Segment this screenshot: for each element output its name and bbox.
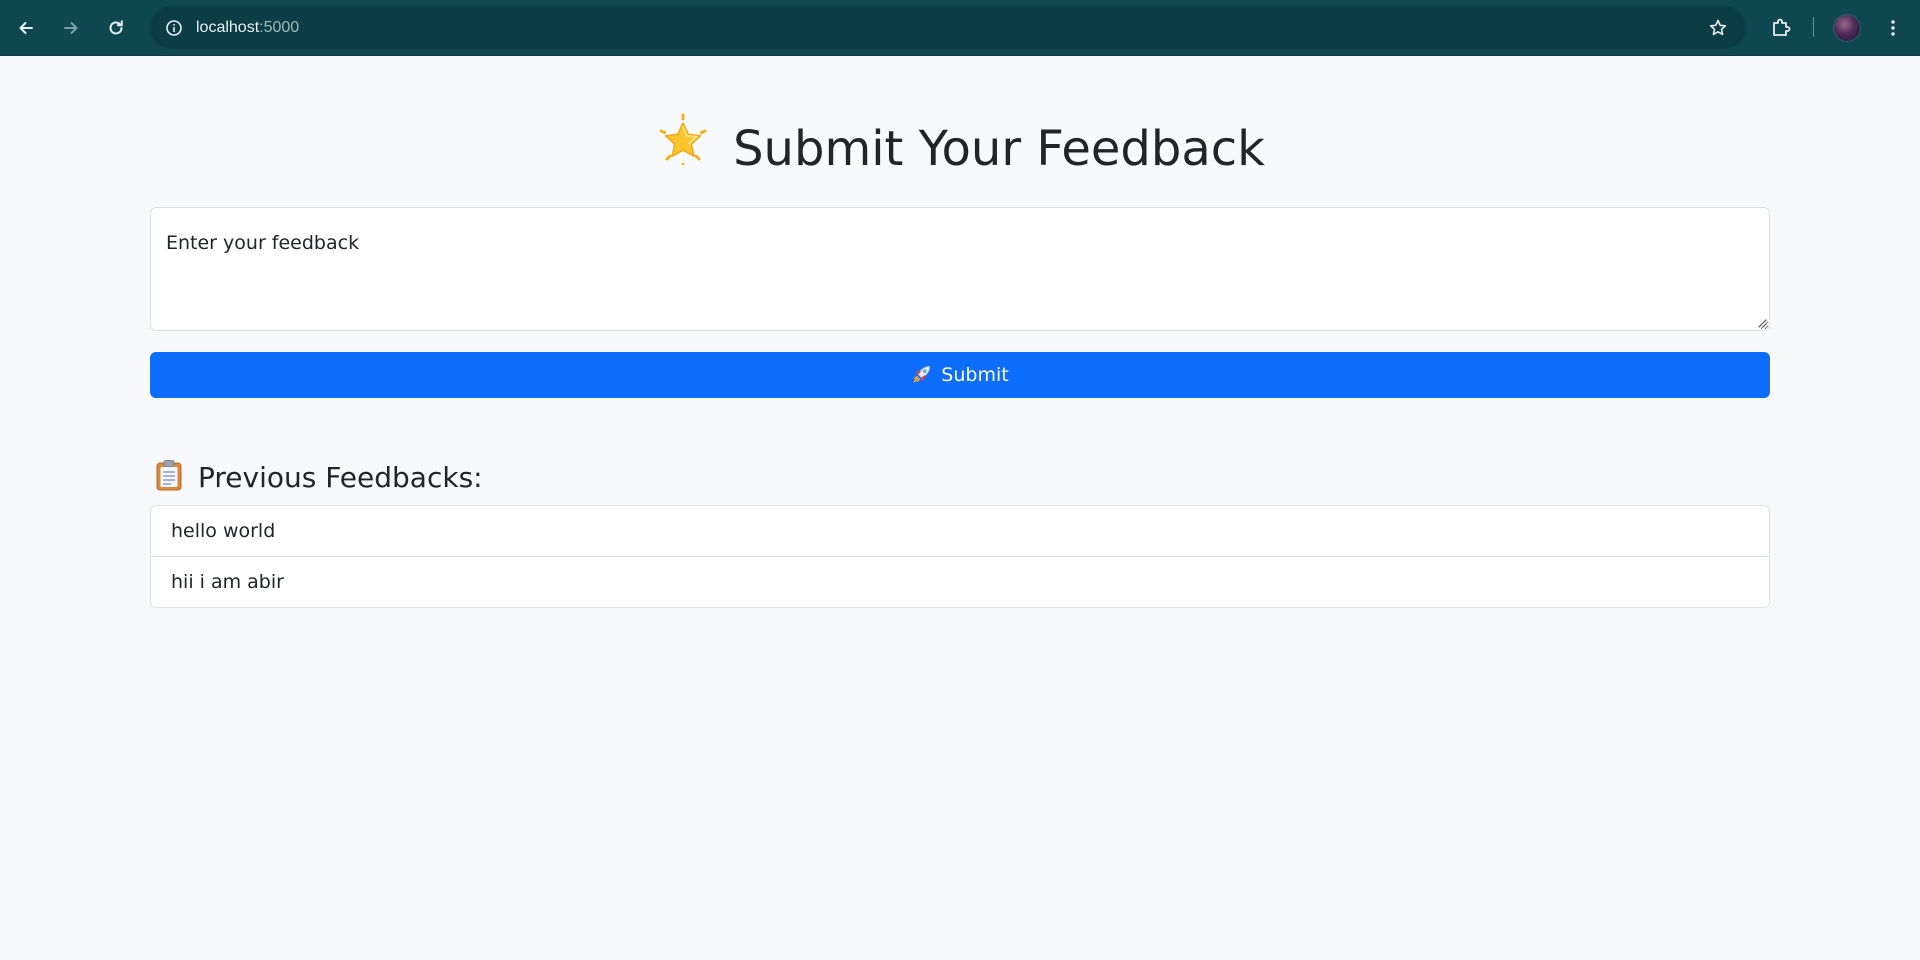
previous-feedbacks-heading-text: Previous Feedbacks: [198,460,483,494]
arrow-left-icon [19,22,33,34]
page-title-text: Submit Your Feedback [733,121,1265,177]
submit-button[interactable]: Submit [150,352,1770,398]
previous-feedbacks-heading: Previous Feedbacks: [154,459,483,495]
bookmark-button[interactable] [1704,14,1732,42]
extensions-button[interactable] [1763,10,1799,46]
list-item: hii i am abir [151,556,1769,607]
browser-menu-button[interactable] [1875,10,1911,46]
reload-icon [109,20,123,35]
feedback-list: hello world hii i am abir [150,505,1770,608]
rocket-icon [911,363,933,390]
url-text[interactable]: localhost:5000 [196,6,299,49]
clipboard-icon [154,459,184,495]
profile-avatar[interactable] [1833,14,1861,42]
arrow-right-icon [64,22,78,34]
browser-toolbar: localhost:5000 [0,0,1920,56]
list-item: hello world [171,520,276,542]
forward-button[interactable] [53,10,89,46]
toolbar-divider [1813,17,1814,37]
star-outline-icon [1709,19,1727,36]
glowing-star-icon [655,113,711,183]
feedback-textarea[interactable] [150,207,1770,331]
submit-button-label: Submit [941,364,1009,386]
page-title: Submit Your Feedback [150,113,1770,187]
puzzle-icon [1773,18,1791,36]
address-bar[interactable]: localhost:5000 [150,6,1746,49]
site-info-button[interactable] [160,14,188,42]
reload-button[interactable] [98,10,134,46]
url-port: :5000 [259,19,300,36]
info-icon [166,20,182,36]
back-button[interactable] [8,10,44,46]
url-host: localhost [196,19,260,36]
kebab-menu-icon [1891,20,1895,36]
resize-grip-icon[interactable] [1757,318,1767,328]
page-content: Submit Your Feedback Submit [0,57,1920,960]
